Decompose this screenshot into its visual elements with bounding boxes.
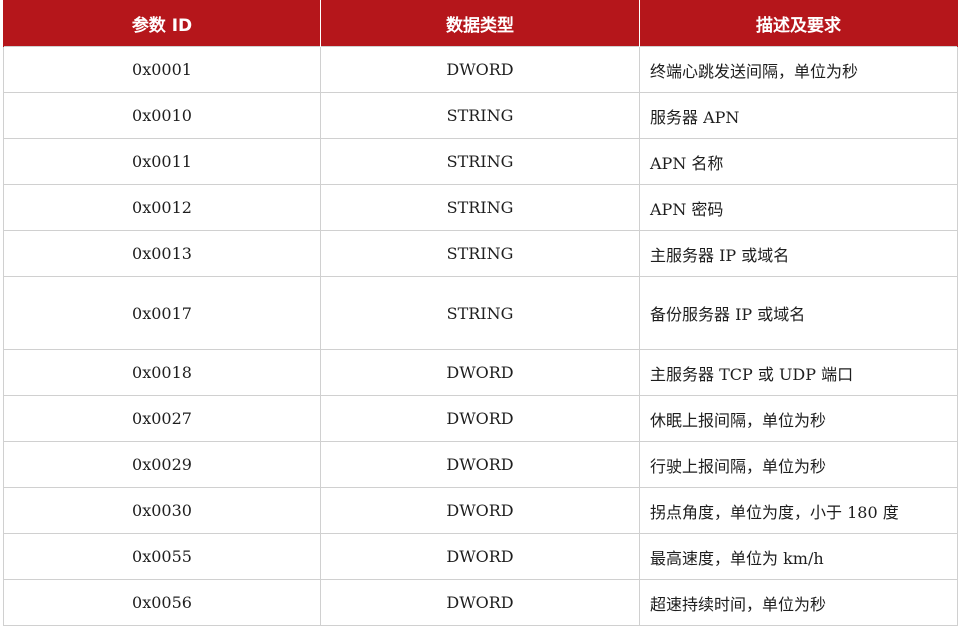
table-row: 0x0018 DWORD 主服务器 TCP 或 UDP 端口 [3, 349, 958, 396]
param-id-cell: 0x0055 [3, 533, 321, 580]
param-id-cell: 0x0018 [3, 349, 321, 396]
data-type-cell: DWORD [320, 579, 640, 626]
table-header-row: 参数 ID 数据类型 描述及要求 [3, 0, 958, 47]
description-cell: 拐点角度，单位为度，小于 180 度 [639, 487, 958, 534]
description-cell: 行驶上报间隔，单位为秒 [639, 441, 958, 488]
param-id-cell: 0x0010 [3, 92, 321, 139]
header-data-type: 数据类型 [320, 0, 640, 47]
data-type-cell: STRING [320, 184, 640, 231]
parameter-table-container: 参数 ID 数据类型 描述及要求 0x0001 DWORD 终端心跳发送间隔，单… [3, 0, 958, 626]
param-id-cell: 0x0011 [3, 138, 321, 185]
table-row: 0x0001 DWORD 终端心跳发送间隔，单位为秒 [3, 46, 958, 93]
description-cell: 服务器 APN [639, 92, 958, 139]
param-id-cell: 0x0056 [3, 579, 321, 626]
data-type-cell: DWORD [320, 441, 640, 488]
param-id-cell: 0x0001 [3, 46, 321, 93]
description-cell: 超速持续时间，单位为秒 [639, 579, 958, 626]
description-cell: 备份服务器 IP 或域名 [639, 276, 958, 350]
header-description: 描述及要求 [639, 0, 958, 47]
param-id-cell: 0x0030 [3, 487, 321, 534]
description-cell: 最高速度，单位为 km/h [639, 533, 958, 580]
table-row: 0x0027 DWORD 休眠上报间隔，单位为秒 [3, 395, 958, 442]
data-type-cell: STRING [320, 92, 640, 139]
data-type-cell: STRING [320, 230, 640, 277]
table-row: 0x0055 DWORD 最高速度，单位为 km/h [3, 533, 958, 580]
param-id-cell: 0x0013 [3, 230, 321, 277]
param-id-cell: 0x0027 [3, 395, 321, 442]
table-row: 0x0012 STRING APN 密码 [3, 184, 958, 231]
table-row: 0x0013 STRING 主服务器 IP 或域名 [3, 230, 958, 277]
table-row: 0x0056 DWORD 超速持续时间，单位为秒 [3, 579, 958, 626]
table-row: 0x0017 STRING 备份服务器 IP 或域名 [3, 276, 958, 350]
data-type-cell: DWORD [320, 533, 640, 580]
parameter-table: 参数 ID 数据类型 描述及要求 0x0001 DWORD 终端心跳发送间隔，单… [3, 0, 958, 626]
description-cell: 主服务器 TCP 或 UDP 端口 [639, 349, 958, 396]
description-cell: 终端心跳发送间隔，单位为秒 [639, 46, 958, 93]
table-row: 0x0011 STRING APN 名称 [3, 138, 958, 185]
table-row: 0x0029 DWORD 行驶上报间隔，单位为秒 [3, 441, 958, 488]
description-cell: APN 密码 [639, 184, 958, 231]
data-type-cell: DWORD [320, 349, 640, 396]
param-id-cell: 0x0029 [3, 441, 321, 488]
data-type-cell: STRING [320, 276, 640, 350]
table-row: 0x0030 DWORD 拐点角度，单位为度，小于 180 度 [3, 487, 958, 534]
header-param-id: 参数 ID [3, 0, 321, 47]
data-type-cell: DWORD [320, 487, 640, 534]
param-id-cell: 0x0012 [3, 184, 321, 231]
table-row: 0x0010 STRING 服务器 APN [3, 92, 958, 139]
description-cell: 休眠上报间隔，单位为秒 [639, 395, 958, 442]
description-cell: APN 名称 [639, 138, 958, 185]
data-type-cell: DWORD [320, 46, 640, 93]
description-cell: 主服务器 IP 或域名 [639, 230, 958, 277]
data-type-cell: DWORD [320, 395, 640, 442]
param-id-cell: 0x0017 [3, 276, 321, 350]
data-type-cell: STRING [320, 138, 640, 185]
